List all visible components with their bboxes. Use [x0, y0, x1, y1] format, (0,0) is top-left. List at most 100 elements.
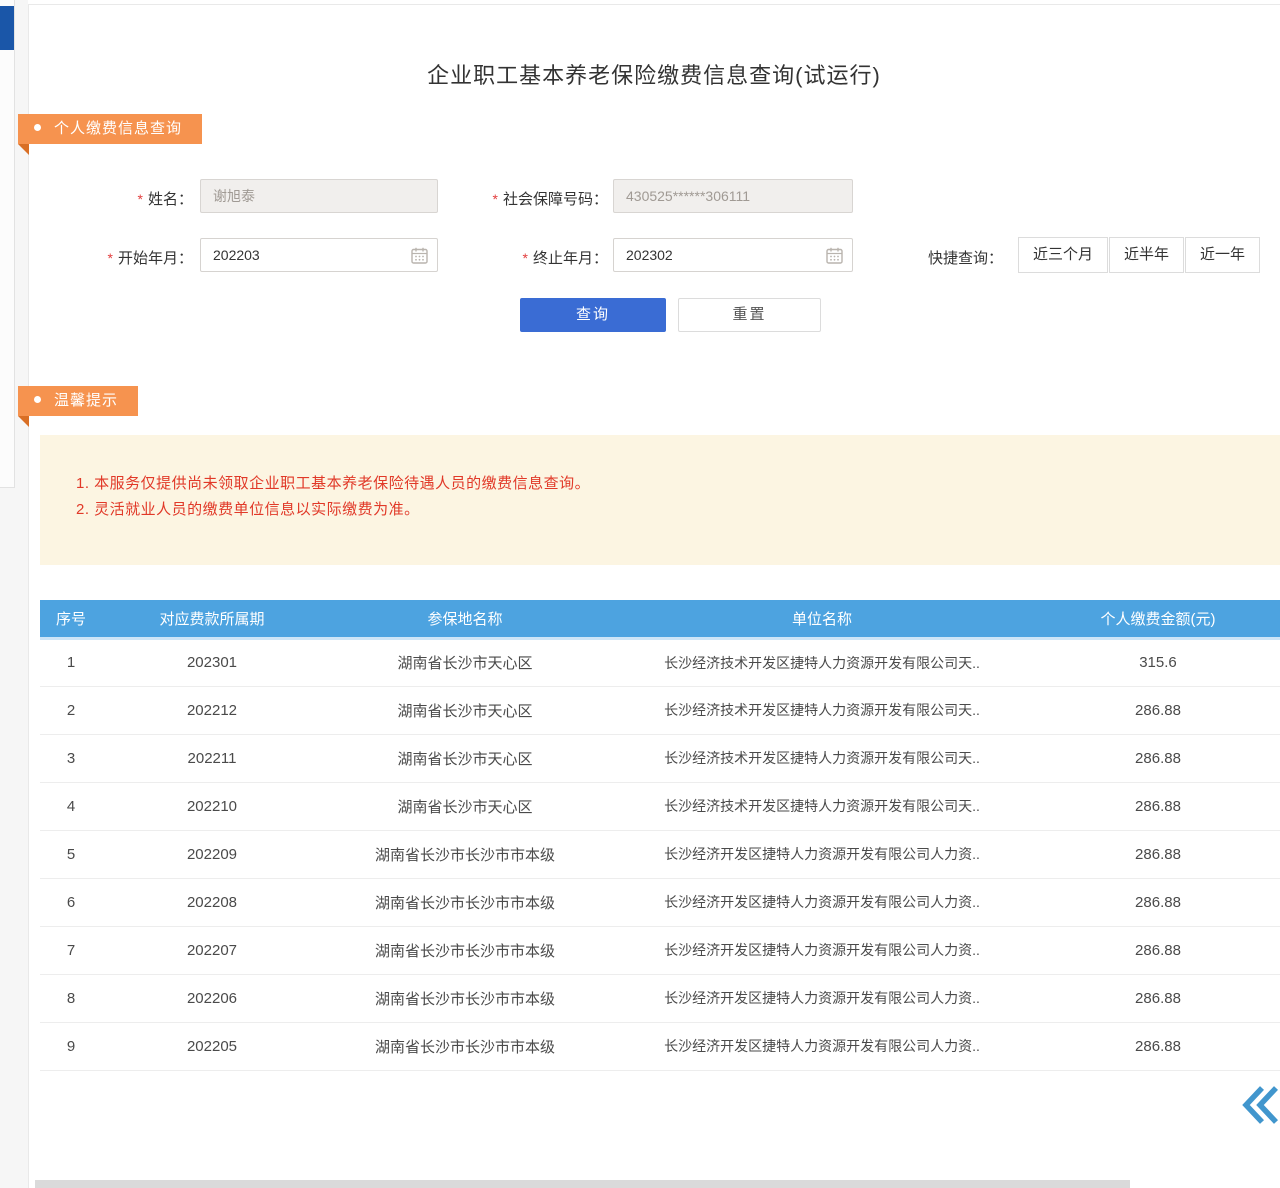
cell-amount: 286.88 — [1036, 926, 1280, 974]
cell-amount: 315.6 — [1036, 638, 1280, 686]
cell-period: 202207 — [102, 926, 322, 974]
table-header-cell: 序号 — [40, 600, 102, 638]
table-row: 1202301湖南省长沙市天心区长沙经济技术开发区捷特人力资源开发有限公司天..… — [40, 638, 1280, 686]
calendar-icon[interactable] — [411, 247, 428, 264]
end-month-label: *终止年月： — [440, 247, 608, 268]
tip-line: 1. 本服务仅提供尚未领取企业职工基本养老保险待遇人员的缴费信息查询。 — [76, 471, 1280, 497]
payment-table-wrap: 序号对应费款所属期参保地名称单位名称个人缴费金额(元) 1202301湖南省长沙… — [40, 600, 1280, 1071]
section-label: 个人缴费信息查询 — [54, 120, 182, 137]
ssn-field[interactable]: 430525******306111 — [613, 179, 853, 213]
cell-area: 湖南省长沙市天心区 — [322, 638, 608, 686]
table-row: 6202208湖南省长沙市长沙市市本级长沙经济开发区捷特人力资源开发有限公司人力… — [40, 878, 1280, 926]
cell-seq: 8 — [40, 974, 102, 1022]
cell-seq: 2 — [40, 686, 102, 734]
table-header-row: 序号对应费款所属期参保地名称单位名称个人缴费金额(元) — [40, 600, 1280, 638]
cell-amount: 286.88 — [1036, 830, 1280, 878]
quick-option-1year[interactable]: 近一年 — [1185, 237, 1260, 273]
section-header-personal-query: 个人缴费信息查询 — [18, 114, 202, 144]
quick-query-buttons: 近三个月近半年近一年 — [1018, 237, 1261, 273]
collapsed-sidebar — [0, 0, 15, 488]
sidebar-blue-block — [0, 6, 14, 50]
end-month-field[interactable]: 202302 — [613, 238, 853, 272]
bullet-icon — [34, 124, 41, 131]
cell-area: 湖南省长沙市长沙市市本级 — [322, 1022, 608, 1070]
cell-seq: 1 — [40, 638, 102, 686]
table-row: 8202206湖南省长沙市长沙市市本级长沙经济开发区捷特人力资源开发有限公司人力… — [40, 974, 1280, 1022]
section-label: 温馨提示 — [54, 392, 118, 409]
pension-query-page: 企业职工基本养老保险缴费信息查询(试运行) 个人缴费信息查询 *姓名： 谢旭泰 … — [0, 0, 1280, 1188]
cell-seq: 7 — [40, 926, 102, 974]
payment-table: 序号对应费款所属期参保地名称单位名称个人缴费金额(元) 1202301湖南省长沙… — [40, 600, 1280, 1071]
table-header-cell: 个人缴费金额(元) — [1036, 600, 1280, 638]
cell-period: 202301 — [102, 638, 322, 686]
table-header-cell: 对应费款所属期 — [102, 600, 322, 638]
cell-amount: 286.88 — [1036, 878, 1280, 926]
cell-company: 长沙经济技术开发区捷特人力资源开发有限公司天.. — [608, 686, 1036, 734]
cell-company: 长沙经济开发区捷特人力资源开发有限公司人力资.. — [608, 974, 1036, 1022]
cell-amount: 286.88 — [1036, 974, 1280, 1022]
table-row: 3202211湖南省长沙市天心区长沙经济技术开发区捷特人力资源开发有限公司天..… — [40, 734, 1280, 782]
quick-query-label: 快捷查询： — [928, 247, 1010, 268]
tips-list: 1. 本服务仅提供尚未领取企业职工基本养老保险待遇人员的缴费信息查询。2. 灵活… — [40, 435, 1280, 523]
table-header-cell: 参保地名称 — [322, 600, 608, 638]
cell-seq: 4 — [40, 782, 102, 830]
cell-seq: 3 — [40, 734, 102, 782]
table-body: 1202301湖南省长沙市天心区长沙经济技术开发区捷特人力资源开发有限公司天..… — [40, 638, 1280, 1070]
cell-period: 202211 — [102, 734, 322, 782]
cell-company: 长沙经济开发区捷特人力资源开发有限公司人力资.. — [608, 878, 1036, 926]
name-field[interactable]: 谢旭泰 — [200, 179, 438, 213]
cell-area: 湖南省长沙市天心区 — [322, 734, 608, 782]
calendar-icon[interactable] — [826, 247, 843, 264]
cell-area: 湖南省长沙市长沙市市本级 — [322, 926, 608, 974]
cell-area: 湖南省长沙市天心区 — [322, 782, 608, 830]
ssn-label: *社会保障号码： — [440, 188, 608, 209]
bullet-icon — [34, 396, 41, 403]
cell-period: 202205 — [102, 1022, 322, 1070]
cell-company: 长沙经济技术开发区捷特人力资源开发有限公司天.. — [608, 638, 1036, 686]
cell-period: 202212 — [102, 686, 322, 734]
cell-area: 湖南省长沙市长沙市市本级 — [322, 830, 608, 878]
table-row: 9202205湖南省长沙市长沙市市本级长沙经济开发区捷特人力资源开发有限公司人力… — [40, 1022, 1280, 1070]
cell-period: 202208 — [102, 878, 322, 926]
page-title: 企业职工基本养老保险缴费信息查询(试运行) — [28, 58, 1280, 90]
cell-amount: 286.88 — [1036, 782, 1280, 830]
required-mark: * — [138, 191, 143, 207]
notice-box: 1. 本服务仅提供尚未领取企业职工基本养老保险待遇人员的缴费信息查询。2. 灵活… — [40, 435, 1280, 565]
table-header-cell: 单位名称 — [608, 600, 1036, 638]
cell-amount: 286.88 — [1036, 734, 1280, 782]
cell-amount: 286.88 — [1036, 686, 1280, 734]
reset-button[interactable]: 重置 — [678, 298, 821, 332]
cell-company: 长沙经济技术开发区捷特人力资源开发有限公司天.. — [608, 782, 1036, 830]
cell-area: 湖南省长沙市天心区 — [322, 686, 608, 734]
table-row: 4202210湖南省长沙市天心区长沙经济技术开发区捷特人力资源开发有限公司天..… — [40, 782, 1280, 830]
query-button[interactable]: 查询 — [520, 298, 666, 332]
double-chevron-left-icon[interactable] — [1240, 1084, 1280, 1126]
cell-company: 长沙经济技术开发区捷特人力资源开发有限公司天.. — [608, 734, 1036, 782]
table-row: 7202207湖南省长沙市长沙市市本级长沙经济开发区捷特人力资源开发有限公司人力… — [40, 926, 1280, 974]
name-label: *姓名： — [60, 188, 193, 209]
start-month-label: *开始年月： — [60, 247, 193, 268]
cell-seq: 6 — [40, 878, 102, 926]
quick-option-3months[interactable]: 近三个月 — [1018, 237, 1108, 273]
cell-company: 长沙经济开发区捷特人力资源开发有限公司人力资.. — [608, 926, 1036, 974]
required-mark: * — [523, 250, 528, 266]
tip-line: 2. 灵活就业人员的缴费单位信息以实际缴费为准。 — [76, 497, 1280, 523]
cell-company: 长沙经济开发区捷特人力资源开发有限公司人力资.. — [608, 830, 1036, 878]
start-month-field[interactable]: 202203 — [200, 238, 438, 272]
cell-seq: 5 — [40, 830, 102, 878]
quick-option-halfyear[interactable]: 近半年 — [1109, 237, 1184, 273]
required-mark: * — [108, 250, 113, 266]
cell-period: 202210 — [102, 782, 322, 830]
cell-amount: 286.88 — [1036, 1022, 1280, 1070]
bottom-divider — [35, 1180, 1130, 1188]
cell-area: 湖南省长沙市长沙市市本级 — [322, 878, 608, 926]
cell-seq: 9 — [40, 1022, 102, 1070]
cell-period: 202209 — [102, 830, 322, 878]
table-row: 5202209湖南省长沙市长沙市市本级长沙经济开发区捷特人力资源开发有限公司人力… — [40, 830, 1280, 878]
required-mark: * — [493, 191, 498, 207]
table-row: 2202212湖南省长沙市天心区长沙经济技术开发区捷特人力资源开发有限公司天..… — [40, 686, 1280, 734]
cell-company: 长沙经济开发区捷特人力资源开发有限公司人力资.. — [608, 1022, 1036, 1070]
section-header-tips: 温馨提示 — [18, 386, 138, 416]
cell-period: 202206 — [102, 974, 322, 1022]
cell-area: 湖南省长沙市长沙市市本级 — [322, 974, 608, 1022]
